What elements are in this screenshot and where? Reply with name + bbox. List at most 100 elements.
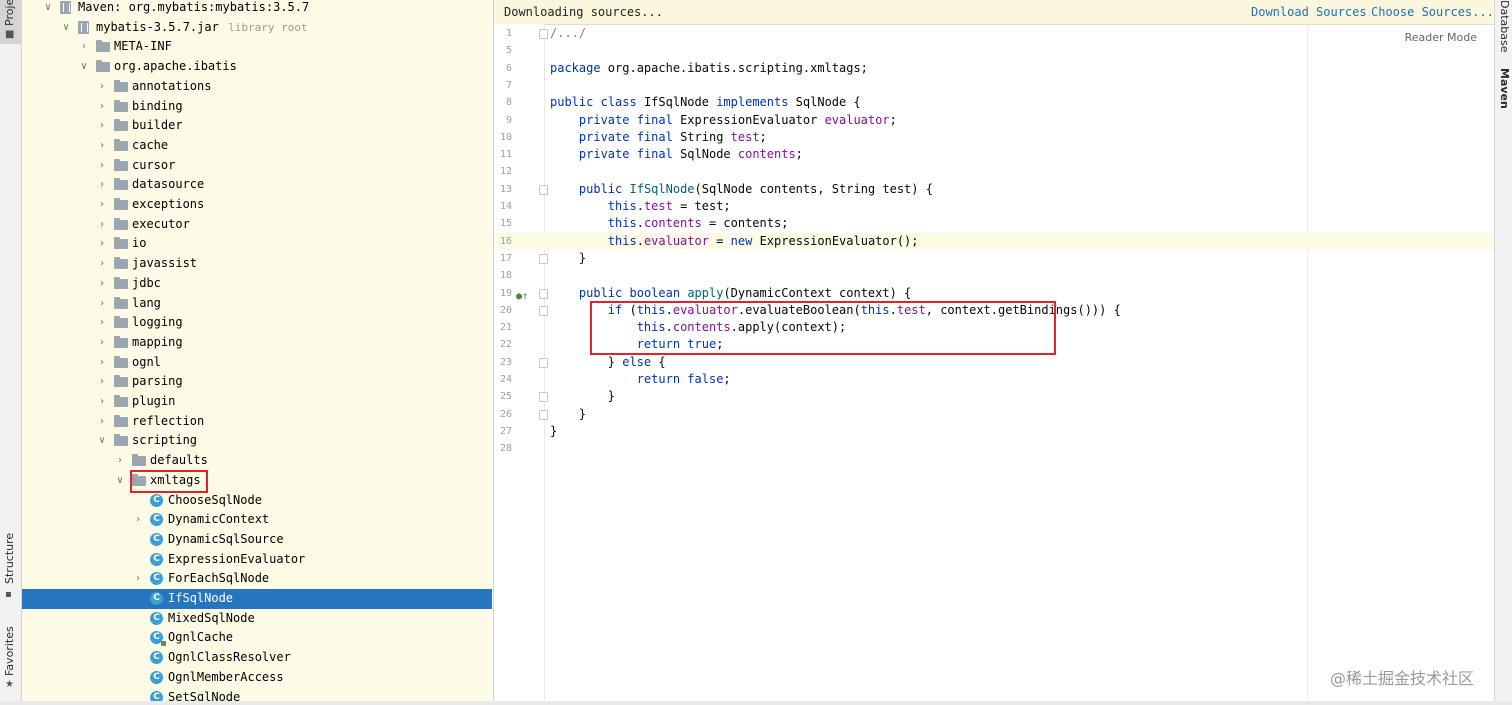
download-sources-link[interactable]: Download Sources xyxy=(1251,5,1367,19)
chevron-right-icon[interactable]: › xyxy=(132,510,144,529)
tool-tab-project[interactable]: ■ Project xyxy=(0,0,21,44)
tree-item-class[interactable]: C OgnlMemberAccess xyxy=(22,668,492,688)
tree-item-class[interactable]: C IfSqlNode xyxy=(22,589,492,609)
chevron-down-icon[interactable]: ∨ xyxy=(114,471,126,490)
tree-item-class[interactable]: C OgnlClassResolver xyxy=(22,648,492,668)
code-line[interactable]: 10 private final String test; xyxy=(494,129,1512,146)
code-line[interactable]: 12 xyxy=(494,163,1512,180)
tree-item-folder[interactable]: › mapping xyxy=(22,333,492,353)
code-line[interactable]: 9 private final ExpressionEvaluator eval… xyxy=(494,112,1512,129)
code-line[interactable]: 7 xyxy=(494,77,1512,94)
fold-marker-icon[interactable] xyxy=(539,305,548,316)
chevron-down-icon[interactable]: ∨ xyxy=(78,57,90,76)
chevron-right-icon[interactable]: › xyxy=(96,136,108,155)
tree-item-class[interactable]: › C DynamicContext xyxy=(22,510,492,530)
chevron-right-icon[interactable]: › xyxy=(114,451,126,470)
code-line[interactable]: 19 ●↑ public boolean apply(DynamicContext… xyxy=(494,285,1512,302)
tree-item-folder[interactable]: › defaults xyxy=(22,451,492,471)
tree-item-class[interactable]: C MixedSqlNode xyxy=(22,609,492,629)
chevron-right-icon[interactable]: › xyxy=(132,569,144,588)
code-line[interactable]: 6 package org.apache.ibatis.scripting.xml… xyxy=(494,60,1512,77)
tree-item-folder[interactable]: › builder xyxy=(22,116,492,136)
chevron-right-icon[interactable]: › xyxy=(96,156,108,175)
chevron-right-icon[interactable]: › xyxy=(96,392,108,411)
fold-marker-icon[interactable] xyxy=(539,288,548,299)
fold-marker-icon[interactable] xyxy=(539,409,548,420)
code-line[interactable]: 18 xyxy=(494,267,1512,284)
tree-item-label: exceptions xyxy=(132,197,205,211)
code-line[interactable]: 13 public IfSqlNode(SqlNode contents, St… xyxy=(494,181,1512,198)
code-line[interactable]: 28 xyxy=(494,440,1512,457)
chevron-right-icon[interactable]: › xyxy=(96,274,108,293)
chevron-right-icon[interactable]: › xyxy=(96,353,108,372)
tree-item-folder[interactable]: ∨ mybatis-3.5.7.jar library root xyxy=(22,18,492,38)
fold-marker-icon[interactable] xyxy=(539,29,548,39)
tree-item-folder[interactable]: › jdbc xyxy=(22,274,492,294)
code-line[interactable]: 11 private final SqlNode contents; xyxy=(494,146,1512,163)
chevron-down-icon[interactable]: ∨ xyxy=(60,18,72,37)
chevron-right-icon[interactable]: › xyxy=(96,116,108,135)
chevron-right-icon[interactable]: › xyxy=(96,412,108,431)
chevron-right-icon[interactable]: › xyxy=(96,294,108,313)
code-line[interactable]: 5 xyxy=(494,42,1512,59)
tree-item-folder[interactable]: ∨ Maven: org.mybatis:mybatis:3.5.7 xyxy=(22,0,492,18)
tree-item-class[interactable]: C DynamicSqlSource xyxy=(22,530,492,550)
fold-marker-icon[interactable] xyxy=(539,357,548,368)
tree-item-folder[interactable]: › parsing xyxy=(22,372,492,392)
tree-item-class[interactable]: C OgnlCache xyxy=(22,628,492,648)
chevron-right-icon[interactable]: › xyxy=(96,313,108,332)
code-line[interactable]: 8 public class IfSqlNode implements SqlNo… xyxy=(494,94,1512,111)
tree-item-folder[interactable]: › logging xyxy=(22,313,492,333)
tree-item-folder[interactable]: › javassist xyxy=(22,254,492,274)
chevron-right-icon[interactable]: › xyxy=(96,372,108,391)
chevron-right-icon[interactable]: › xyxy=(96,195,108,214)
code-line[interactable]: 25 } xyxy=(494,388,1512,405)
tree-item-folder[interactable]: ∨ xmltags xyxy=(22,471,492,491)
fold-marker-icon[interactable] xyxy=(539,253,548,264)
tool-tab-maven[interactable]: Maven xyxy=(1498,68,1511,109)
tree-item-folder[interactable]: ∨ scripting xyxy=(22,431,492,451)
chevron-right-icon[interactable]: › xyxy=(96,175,108,194)
tree-item-class[interactable]: C ChooseSqlNode xyxy=(22,491,492,511)
tree-item-class[interactable]: C ExpressionEvaluator xyxy=(22,550,492,570)
tree-item-folder[interactable]: › cache xyxy=(22,136,492,156)
chevron-right-icon[interactable]: › xyxy=(96,97,108,116)
chevron-right-icon[interactable]: › xyxy=(96,215,108,234)
code-line[interactable]: 27} xyxy=(494,423,1512,440)
code-line[interactable]: 16 this.evaluator = new ExpressionEvalua… xyxy=(494,232,1512,250)
code-line[interactable]: 15 this.contents = contents; xyxy=(494,215,1512,232)
chevron-right-icon[interactable]: › xyxy=(96,234,108,253)
tree-item-folder[interactable]: › META-INF xyxy=(22,37,492,57)
choose-sources-link[interactable]: Choose Sources... xyxy=(1371,5,1494,19)
tree-item-class[interactable]: › C ForEachSqlNode xyxy=(22,569,492,589)
tree-item-folder[interactable]: › datasource xyxy=(22,175,492,195)
chevron-down-icon[interactable]: ∨ xyxy=(96,431,108,450)
tool-tab-project-label: Project xyxy=(3,0,16,26)
code-line[interactable]: 23 } else { xyxy=(494,354,1512,371)
tree-item-folder[interactable]: › reflection xyxy=(22,412,492,432)
tree-item-folder[interactable]: › binding xyxy=(22,97,492,117)
tree-item-folder[interactable]: › exceptions xyxy=(22,195,492,215)
chevron-right-icon[interactable]: › xyxy=(96,254,108,273)
code-line[interactable]: 1 /.../ xyxy=(494,25,1512,42)
tree-item-folder[interactable]: › cursor xyxy=(22,156,492,176)
chevron-right-icon[interactable]: › xyxy=(96,333,108,352)
tree-item-folder[interactable]: › annotations xyxy=(22,77,492,97)
code-line[interactable]: 26 } xyxy=(494,406,1512,423)
code-line[interactable]: 24 return false; xyxy=(494,371,1512,388)
fold-marker-icon[interactable] xyxy=(539,184,548,195)
fold-marker-icon[interactable] xyxy=(539,392,548,403)
chevron-down-icon[interactable]: ∨ xyxy=(42,0,54,17)
chevron-right-icon[interactable]: › xyxy=(96,77,108,96)
tree-item-folder[interactable]: ∨ org.apache.ibatis xyxy=(22,57,492,77)
chevron-right-icon[interactable]: › xyxy=(78,37,90,56)
tree-item-folder[interactable]: › ognl xyxy=(22,353,492,373)
tree-item-folder[interactable]: › executor xyxy=(22,215,492,235)
code-line[interactable]: 14 this.test = test; xyxy=(494,198,1512,215)
tree-item-folder[interactable]: › lang xyxy=(22,294,492,314)
code-line[interactable]: 17 } xyxy=(494,250,1512,267)
tree-item-folder[interactable]: › plugin xyxy=(22,392,492,412)
tree-item-folder[interactable]: › io xyxy=(22,234,492,254)
tool-tab-database[interactable]: Database xyxy=(1498,0,1511,53)
code-editor: Downloading sources... Download Sources … xyxy=(493,0,1512,705)
